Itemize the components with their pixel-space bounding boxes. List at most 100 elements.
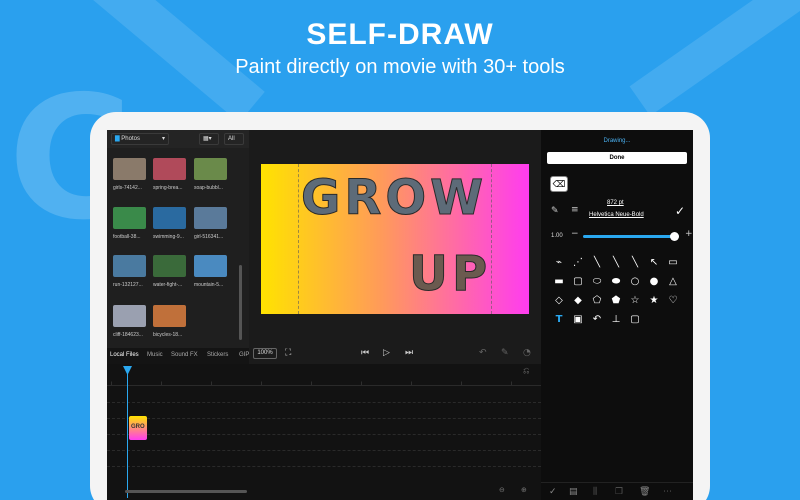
- stroke-size[interactable]: 872 pt: [607, 200, 624, 206]
- tab-sound-fx[interactable]: Sound FX: [171, 352, 198, 358]
- minus-icon[interactable]: −: [571, 229, 579, 239]
- ruler-tick: |: [261, 380, 263, 385]
- play-icon[interactable]: ▷: [383, 348, 390, 358]
- check-icon[interactable]: ✓: [675, 204, 685, 218]
- line-icon[interactable]: ╲: [608, 256, 624, 270]
- undo-icon[interactable]: ↶: [589, 313, 605, 327]
- media-thumbnail-label: girls-74142...: [113, 185, 142, 191]
- diamond-icon[interactable]: ◇: [551, 294, 567, 308]
- folder-label: Photos: [121, 136, 140, 142]
- rounded-rect-icon[interactable]: ▢: [570, 275, 586, 289]
- save-icon[interactable]: ▢: [627, 313, 643, 327]
- eraser-icon[interactable]: ⌫: [550, 176, 568, 192]
- star-icon[interactable]: ☆: [627, 294, 643, 308]
- app-screen: ▇ Photos ▾ ▦▾ All girls-74142... spring-b…: [107, 130, 693, 500]
- media-thumbnail[interactable]: [113, 255, 146, 277]
- hero-subtitle: Paint directly on movie with 30+ tools: [235, 56, 565, 78]
- media-thumbnail[interactable]: [153, 158, 186, 180]
- timeline-ruler: | | | | | | | | |: [107, 372, 541, 386]
- ruler-tick: |: [511, 380, 513, 385]
- grid-view-button[interactable]: ▦▾: [199, 133, 219, 145]
- media-thumbnail[interactable]: [113, 158, 146, 180]
- split-icon[interactable]: ⫼: [593, 487, 597, 497]
- font-name[interactable]: Helvetica Neue-Bold: [589, 212, 644, 218]
- timeline-track: [107, 466, 541, 467]
- heart-icon[interactable]: ♡: [665, 294, 681, 308]
- record-icon[interactable]: ⎌: [523, 366, 529, 376]
- ellipse-icon[interactable]: ⬭: [589, 275, 605, 289]
- more-icon[interactable]: ⋯: [663, 487, 672, 497]
- text-up[interactable]: UP: [408, 246, 491, 303]
- pentagon-icon[interactable]: ⬠: [589, 294, 605, 308]
- wrench-icon[interactable]: ✎: [501, 348, 509, 358]
- done-button[interactable]: Done: [547, 152, 687, 164]
- tab-local-files[interactable]: Local Files: [110, 352, 139, 358]
- pentagon-filled-icon[interactable]: ⬟: [608, 294, 624, 308]
- zoom-level[interactable]: 100%: [253, 348, 277, 359]
- ruler-tick: |: [411, 380, 413, 385]
- guide-line: [298, 164, 299, 314]
- hero-title: SELF-DRAW: [306, 18, 494, 51]
- line-icon[interactable]: ╲: [627, 256, 643, 270]
- ruler-tick: |: [461, 380, 463, 385]
- media-thumbnail[interactable]: [113, 207, 146, 229]
- ruler-tick: |: [361, 380, 363, 385]
- dashed-line-icon[interactable]: ╲: [589, 256, 605, 270]
- circle-filled-icon[interactable]: ●: [646, 275, 662, 289]
- zoom-out-icon[interactable]: ⊖: [499, 486, 505, 494]
- clip-label: GRO: [131, 424, 145, 430]
- media-scrollbar[interactable]: [239, 265, 242, 340]
- tab-stickers[interactable]: Stickers: [207, 352, 228, 358]
- media-thumbnail-label: water-fight-...: [153, 282, 183, 288]
- playhead[interactable]: [127, 368, 128, 498]
- tab-music[interactable]: Music: [147, 352, 163, 358]
- document-icon[interactable]: ▤: [569, 487, 578, 497]
- pen-icon[interactable]: ✎: [551, 206, 559, 216]
- timeline-scrollbar[interactable]: [125, 490, 247, 493]
- arrow-icon[interactable]: ↖: [646, 256, 662, 270]
- opacity-slider[interactable]: [583, 235, 679, 238]
- media-thumbnail[interactable]: [153, 305, 186, 327]
- skip-forward-icon[interactable]: ⏭: [405, 348, 413, 358]
- circle-icon[interactable]: ○: [627, 275, 643, 289]
- undo-icon[interactable]: ↶: [479, 348, 487, 358]
- ruler-tick: |: [161, 380, 163, 385]
- timeline-clip[interactable]: GRO: [129, 416, 147, 440]
- plus-icon[interactable]: +: [685, 229, 693, 239]
- folder-dropdown[interactable]: ▇ Photos ▾: [111, 133, 169, 145]
- dotted-line-icon[interactable]: ⋰: [570, 256, 586, 270]
- check-icon[interactable]: ✓: [549, 487, 557, 497]
- wand-icon[interactable]: ⌁: [551, 256, 567, 270]
- zoom-in-icon[interactable]: ⊕: [521, 486, 527, 494]
- rectangle-icon[interactable]: ▭: [665, 256, 681, 270]
- media-thumbnail[interactable]: [153, 207, 186, 229]
- star-filled-icon[interactable]: ★: [646, 294, 662, 308]
- media-thumbnail[interactable]: [113, 305, 146, 327]
- opacity-slider-knob[interactable]: [670, 232, 680, 241]
- trash-icon[interactable]: 🗑: [639, 487, 650, 497]
- filter-label: All: [228, 136, 235, 142]
- filter-dropdown[interactable]: All: [224, 133, 244, 145]
- media-thumbnail-label: girl-516341...: [194, 234, 224, 240]
- video-canvas[interactable]: GROW UP: [261, 164, 529, 314]
- stamp-icon[interactable]: ⊥: [608, 313, 624, 327]
- media-thumbnail[interactable]: [194, 158, 227, 180]
- media-thumbnail[interactable]: [194, 207, 227, 229]
- preview-area: GROW UP 100% ⛶ ⏮ ▷ ⏭ ↶ ✎ ◔: [249, 130, 541, 364]
- skip-back-icon[interactable]: ⏮: [361, 348, 369, 358]
- copy-icon[interactable]: ❐: [615, 487, 623, 497]
- ellipse-filled-icon[interactable]: ⬬: [608, 275, 624, 289]
- chevron-down-icon: ▾: [161, 136, 165, 142]
- line-weight-icon[interactable]: ≡: [571, 205, 579, 215]
- text-grow[interactable]: GROW: [300, 170, 487, 227]
- diamond-filled-icon[interactable]: ◆: [570, 294, 586, 308]
- text-tool-icon[interactable]: T: [551, 313, 567, 327]
- media-thumbnail[interactable]: [194, 255, 227, 277]
- media-thumbnail[interactable]: [153, 255, 186, 277]
- speed-icon[interactable]: ◔: [523, 348, 531, 358]
- triangle-icon[interactable]: △: [665, 275, 681, 289]
- image-icon[interactable]: ▣: [570, 313, 586, 327]
- fullscreen-icon[interactable]: ⛶: [285, 348, 291, 358]
- rectangle-filled-icon[interactable]: ▬: [551, 275, 567, 289]
- timeline-track: [107, 402, 541, 403]
